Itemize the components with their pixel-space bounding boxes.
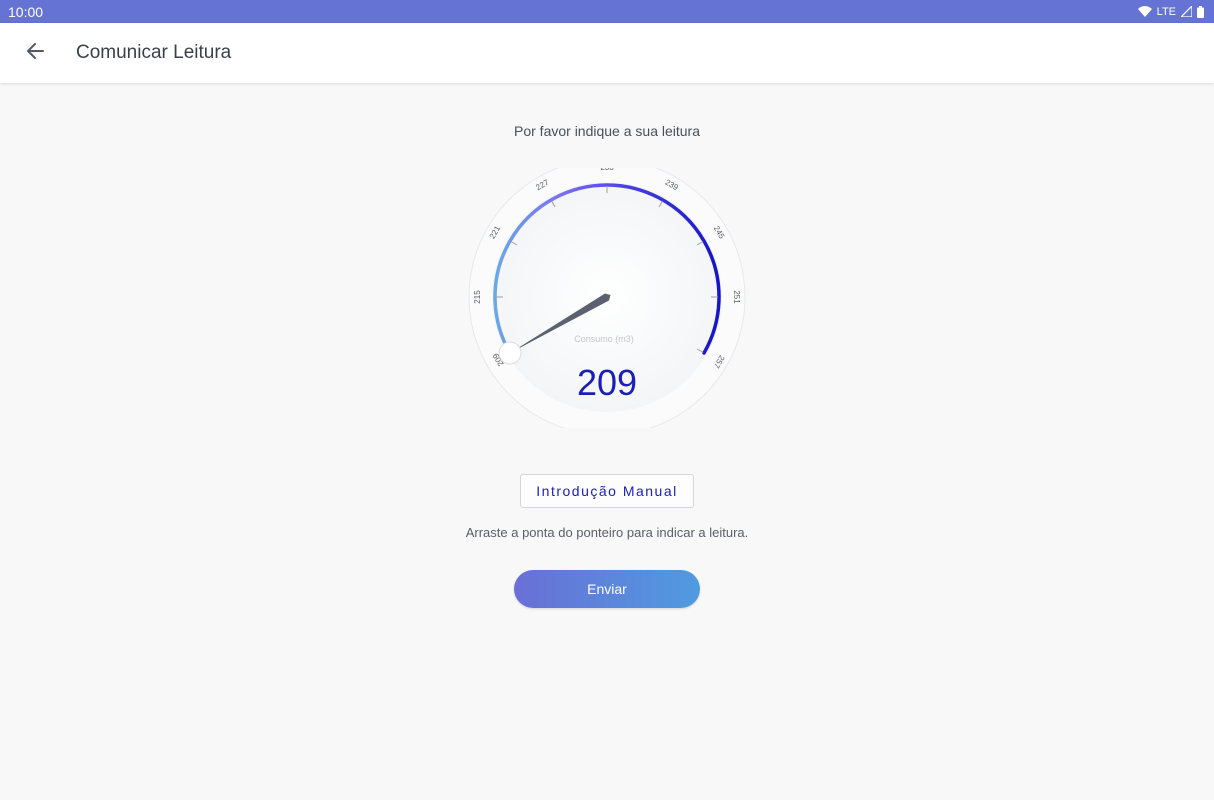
status-bar: 10:00 LTE — [0, 0, 1214, 23]
status-icons: LTE — [1137, 5, 1204, 18]
back-button[interactable] — [20, 38, 50, 68]
signal-icon — [1181, 6, 1192, 17]
reading-gauge[interactable]: 215221227233239245251257 209 Consumo (m3… — [467, 168, 747, 428]
gauge-needle-handle[interactable] — [498, 341, 522, 365]
gauge-tick-label: 215 — [473, 290, 482, 304]
battery-icon — [1197, 5, 1204, 18]
gauge-tick-label: 233 — [600, 168, 614, 172]
wifi-icon — [1137, 6, 1152, 17]
app-bar: Comunicar Leitura — [0, 23, 1214, 83]
send-button[interactable]: Enviar — [514, 570, 700, 608]
page-title: Comunicar Leitura — [76, 42, 232, 63]
drag-hint: Arraste a ponta do ponteiro para indicar… — [465, 525, 749, 540]
status-time: 10:00 — [8, 3, 44, 20]
gauge-unit-label: Consumo (m3) — [574, 334, 634, 344]
gauge-value: 209 — [577, 362, 637, 403]
network-type: LTE — [1156, 5, 1176, 18]
reading-prompt: Por favor indique a sua leitura — [514, 123, 700, 139]
arrow-back-icon — [26, 42, 44, 65]
manual-entry-button[interactable]: Introdução Manual — [520, 474, 694, 508]
gauge-tick-label: 251 — [732, 290, 741, 304]
